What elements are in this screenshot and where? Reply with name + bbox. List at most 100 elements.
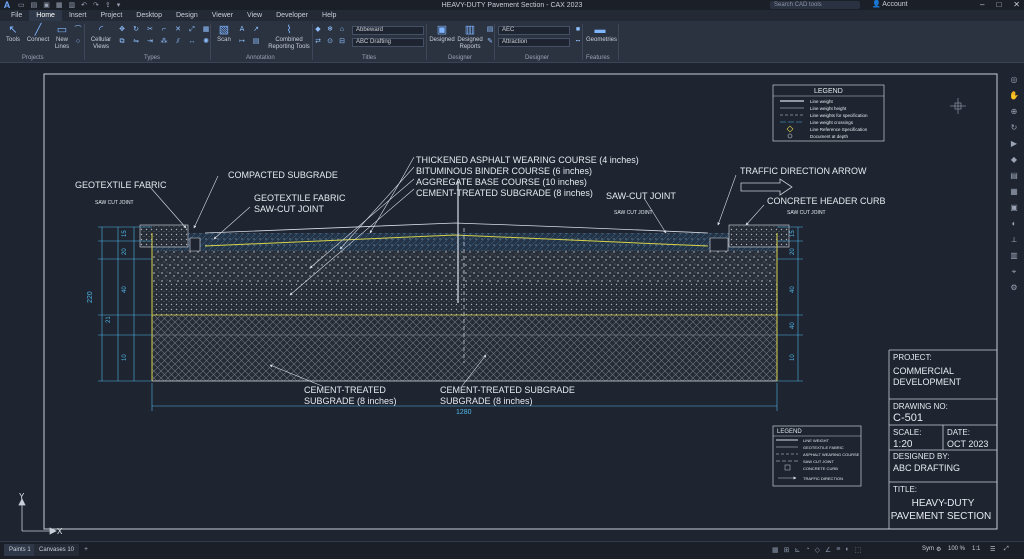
add-layout-icon[interactable]: + [84, 544, 88, 556]
undo-icon[interactable]: ↶ [81, 1, 87, 9]
layer-prev-icon[interactable]: ⊟ [338, 38, 346, 46]
pan-icon[interactable]: ✋ [1007, 90, 1021, 102]
color-icon[interactable]: ■ [574, 26, 582, 34]
new-file-icon[interactable]: ▭ [18, 1, 25, 9]
tab-desktop[interactable]: Desktop [129, 10, 169, 21]
measure-icon[interactable]: ⟂ [1007, 234, 1021, 246]
save-as-icon[interactable]: ▦ [56, 1, 63, 9]
explode-icon[interactable]: ✺ [202, 38, 210, 46]
tab-file[interactable]: File [4, 10, 29, 21]
array-icon[interactable]: ⁂ [160, 38, 168, 46]
minimize-icon[interactable]: – [980, 0, 984, 10]
designed-button[interactable]: ▣ Designed [428, 24, 456, 44]
tab-help[interactable]: Help [315, 10, 343, 21]
layer-dropdown[interactable]: AEC [498, 26, 570, 35]
settings-status-icon[interactable]: ⚙ [936, 546, 941, 553]
designed-reports-button[interactable]: ▥ Designed Reports [456, 24, 484, 51]
leader-icon[interactable]: ↗ [252, 26, 260, 34]
maximize-icon[interactable]: □ [996, 0, 1001, 10]
view-cube-icon[interactable]: ◆ [1007, 154, 1021, 166]
linetype-icon[interactable]: ┅ [574, 38, 582, 46]
table-icon[interactable]: ▤ [252, 38, 260, 46]
dimension-icon[interactable]: ↦ [238, 38, 246, 46]
scale-icon[interactable]: ⤢ [188, 26, 196, 34]
layer-on-icon[interactable]: ◆ [314, 26, 322, 34]
new-lines-button[interactable]: ▭ New Lines [52, 24, 72, 51]
style-dropdown[interactable]: Abbeward [352, 26, 424, 35]
close-icon[interactable]: ✕ [1013, 0, 1020, 10]
save-icon[interactable]: ▣ [43, 1, 50, 9]
font-dropdown[interactable]: ABC Drafting [352, 38, 424, 47]
erase-icon[interactable]: ✕ [174, 26, 182, 34]
print-icon[interactable]: ▥ [69, 1, 76, 9]
layout-tab-1[interactable]: Paints 1 [4, 544, 36, 556]
search-input[interactable]: Search CAD tools [770, 1, 860, 9]
cellular-views-button[interactable]: ◜ Cellular Views [88, 24, 114, 51]
fillet-icon[interactable]: ⌐ [160, 26, 168, 34]
properties-icon[interactable]: ▤ [486, 26, 494, 34]
extend-icon[interactable]: ⇥ [146, 38, 154, 46]
layer-match-icon[interactable]: ⇄ [314, 38, 322, 46]
tab-project[interactable]: Project [93, 10, 129, 21]
app-logo-icon[interactable]: A [0, 0, 14, 10]
connect-button[interactable]: ╱ Connect [25, 24, 51, 44]
drawing-canvas[interactable]: 220 15 20 40 21 10 15 20 40 40 10 1280 G… [0, 63, 1024, 541]
move-icon[interactable]: ✥ [118, 26, 126, 34]
copy-icon[interactable]: ⧉ [118, 38, 126, 46]
text-icon[interactable]: A [238, 26, 246, 34]
circle-icon[interactable]: ○ [74, 38, 82, 46]
mirror-icon[interactable]: ⇋ [132, 38, 140, 46]
fullscreen-icon[interactable]: ⤢ [1004, 546, 1009, 553]
share-icon[interactable]: ⇪ [105, 1, 111, 9]
match-props-icon[interactable]: ✎ [486, 38, 494, 46]
snap-toggle-icon[interactable]: ⊞ [784, 546, 790, 554]
snap-icon[interactable]: ⌖ [1007, 266, 1021, 278]
rotate-icon[interactable]: ↻ [132, 26, 140, 34]
blocks-icon[interactable]: ▣ [1007, 202, 1021, 214]
tab-developer[interactable]: Developer [269, 10, 315, 21]
user-account[interactable]: 👤 Account [872, 0, 908, 10]
settings-icon[interactable]: ⚙ [1007, 282, 1021, 294]
grid-toggle-icon[interactable]: ▦ [772, 546, 779, 554]
layout-tab-2[interactable]: Canvases 10 [34, 544, 80, 556]
transparency-toggle-icon[interactable]: ◐ [845, 546, 849, 554]
tools-button[interactable]: ↖ Tools [4, 24, 22, 44]
layer-freeze-icon[interactable]: ❄ [326, 26, 334, 34]
steering-wheel-icon[interactable]: ◎ [1007, 74, 1021, 86]
grid-icon[interactable]: ▥ [1007, 250, 1021, 262]
osnap-toggle-icon[interactable]: ◇ [815, 546, 820, 554]
lineweight-toggle-icon[interactable]: ≡ [836, 546, 840, 554]
offset-icon[interactable]: ⫽ [174, 38, 182, 46]
polar-toggle-icon[interactable]: ◔ [805, 546, 809, 554]
properties-panel-icon[interactable]: ▦ [1007, 186, 1021, 198]
scan-button[interactable]: ▧ Scan [214, 24, 234, 44]
layer-iso-icon[interactable]: ⊙ [326, 38, 334, 46]
palette-icon[interactable]: ◐ [1007, 218, 1021, 230]
tab-viewer[interactable]: Viewer [205, 10, 240, 21]
customize-icon[interactable]: ☰ [990, 546, 995, 553]
combined-reporting-button[interactable]: ⌇ Combined Reporting Tools [268, 24, 310, 51]
geometries-button[interactable]: ▬ Geometries [586, 24, 617, 44]
tab-home[interactable]: Home [29, 10, 62, 21]
tab-view[interactable]: View [240, 10, 269, 21]
layer-lock-icon[interactable]: ⌂ [338, 26, 346, 34]
selection-toggle-icon[interactable]: ⬚ [855, 546, 862, 554]
trim-icon[interactable]: ✂ [146, 26, 154, 34]
otrack-toggle-icon[interactable]: ∠ [825, 546, 831, 554]
dropdown-icon[interactable]: ▾ [117, 1, 121, 9]
open-folder-icon[interactable]: ▤ [31, 1, 38, 9]
redo-icon[interactable]: ↷ [93, 1, 99, 9]
layers-icon[interactable]: ▤ [1007, 170, 1021, 182]
tab-design[interactable]: Design [169, 10, 205, 21]
annotation-dropdown[interactable]: Attraction [498, 38, 570, 47]
zoom-icon[interactable]: ⊕ [1007, 106, 1021, 118]
scale-readout[interactable]: 1:1 [972, 546, 980, 552]
polyline-icon[interactable]: ⌒ [74, 26, 82, 34]
stretch-icon[interactable]: ↔ [188, 38, 196, 46]
zoom-readout[interactable]: 100 % [948, 546, 965, 552]
ortho-toggle-icon[interactable]: ⊾ [795, 546, 801, 554]
hatch-icon[interactable]: ▦ [202, 26, 210, 34]
tab-insert[interactable]: Insert [62, 10, 94, 21]
showmotion-icon[interactable]: ▶ [1007, 138, 1021, 150]
orbit-icon[interactable]: ↻ [1007, 122, 1021, 134]
